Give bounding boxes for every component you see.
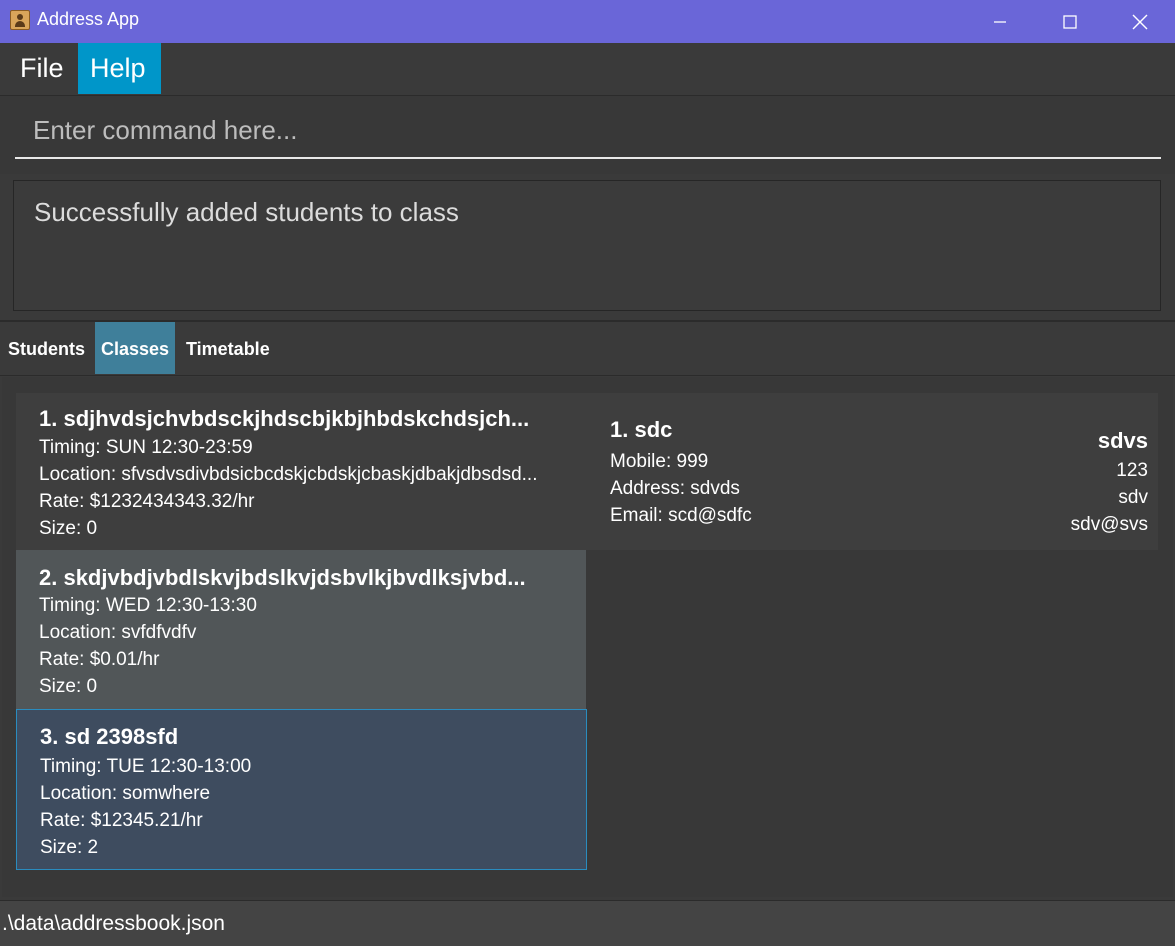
class-rate: Rate: $12345.21/hr [40, 810, 203, 831]
parent-address: sdv [1118, 487, 1148, 508]
menu-file[interactable]: File [8, 43, 76, 94]
parent-phone: 123 [1116, 460, 1148, 481]
result-message: Successfully added students to class [34, 197, 459, 227]
class-title: 3. sd 2398sfd [40, 724, 179, 749]
status-bar: .\data\addressbook.json [0, 900, 1175, 946]
class-timing: Timing: TUE 12:30-13:00 [40, 756, 252, 777]
address-book-app-icon [10, 10, 30, 30]
class-title: 1. sdjhvdsjchvbdsckjhdscbjkbjhbdskchdsjc… [39, 406, 530, 431]
tab-timetable[interactable]: Timetable [186, 322, 270, 374]
minimize-button[interactable] [965, 0, 1035, 43]
minimize-icon [994, 20, 1006, 23]
menu-bar: File Help [0, 43, 1175, 96]
close-icon [1132, 14, 1148, 29]
save-file-path: .\data\addressbook.json [2, 912, 225, 935]
class-card[interactable]: 1. sdjhvdsjchvbdsckjhdscbjkbjhbdskchdsjc… [16, 393, 586, 550]
class-size: Size: 0 [39, 676, 98, 697]
class-title: 2. skdjvbdjvbdlskvjbdslkvjdsbvlkjbvdlksj… [39, 565, 526, 590]
class-timing: Timing: WED 12:30-13:30 [39, 595, 257, 616]
title-bar: Address App [0, 0, 1175, 43]
tab-classes[interactable]: Classes [95, 322, 175, 374]
class-rate: Rate: $1232434343.32/hr [39, 491, 255, 512]
menu-help[interactable]: Help [78, 43, 161, 94]
parent-email: sdv@svs [1070, 514, 1148, 535]
class-size: Size: 2 [40, 837, 99, 858]
class-timing: Timing: SUN 12:30-23:59 [39, 437, 253, 458]
tab-students[interactable]: Students [8, 322, 85, 374]
close-button[interactable] [1105, 0, 1175, 43]
command-input[interactable] [15, 104, 1161, 159]
student-email: Email: scd@sdfc [610, 505, 752, 526]
window-title: Address App [37, 9, 140, 29]
class-location: Location: somwhere [40, 783, 211, 804]
student-card[interactable]: 1. sdc Mobile: 999 Address: sdvds Email:… [586, 393, 1158, 550]
class-rate: Rate: $0.01/hr [39, 649, 160, 670]
parent-name: sdvs [1097, 428, 1148, 453]
student-address: Address: sdvds [610, 478, 740, 499]
class-size: Size: 0 [39, 518, 98, 539]
maximize-icon [1063, 14, 1077, 29]
class-location: Location: svfdfvdfv [39, 622, 197, 643]
maximize-button[interactable] [1035, 0, 1105, 43]
class-card[interactable]: 2. skdjvbdjvbdlskvjbdslkvjdsbvlkjbvdlksj… [16, 550, 586, 709]
tab-bar: Students Classes Timetable [0, 322, 1175, 376]
result-display: Successfully added students to class [13, 180, 1161, 311]
student-name: 1. sdc [610, 417, 673, 442]
class-card-selected[interactable]: 3. sd 2398sfd Timing: TUE 12:30-13:00 Lo… [16, 709, 587, 870]
student-mobile: Mobile: 999 [610, 451, 709, 472]
class-location: Location: sfvsdvsdivbdsicbcdskjcbdskjcba… [39, 464, 538, 485]
